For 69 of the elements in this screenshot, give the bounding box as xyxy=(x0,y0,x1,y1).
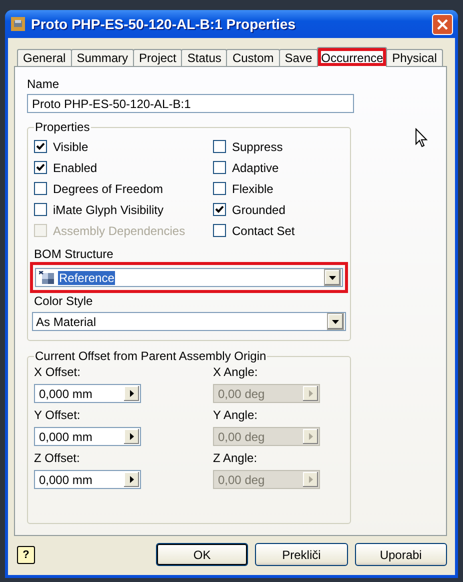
checkbox-label: Contact Set xyxy=(232,224,295,238)
caret-icon xyxy=(130,433,134,440)
dropdown-button[interactable] xyxy=(327,313,344,330)
field-label: Y Angle: xyxy=(213,408,258,422)
dialog-button[interactable]: Uporabi xyxy=(354,543,448,566)
step-button[interactable] xyxy=(124,429,139,444)
window-title: Proto PHP-ES-50-120-AL-B:1 Properties xyxy=(31,16,297,32)
component-icon xyxy=(39,270,55,284)
checkbox[interactable] xyxy=(34,182,47,195)
checkbox-label: Degrees of Freedom xyxy=(53,182,164,196)
dropdown-field[interactable]: As Material xyxy=(32,312,346,331)
checkbox[interactable] xyxy=(213,203,226,216)
tab[interactable]: Occurrence xyxy=(317,47,388,67)
cursor-icon xyxy=(415,128,428,148)
caret-icon xyxy=(130,390,134,397)
checkbox[interactable] xyxy=(34,140,47,153)
caret-icon xyxy=(308,433,312,440)
dropdown-value: As Material xyxy=(36,314,96,328)
step-button[interactable] xyxy=(124,386,139,401)
input-field[interactable]: 0,000 mm xyxy=(34,470,141,489)
caret-icon xyxy=(130,476,134,483)
part-icon xyxy=(10,16,26,32)
checkbox-label: Flexible xyxy=(232,182,274,196)
input-field[interactable]: 0,000 mm xyxy=(34,427,141,446)
checkbox[interactable] xyxy=(213,224,226,237)
dropdown-field[interactable]: Reference xyxy=(35,268,343,287)
dropdown-value: Reference xyxy=(58,270,116,284)
checkbox[interactable] xyxy=(213,161,226,174)
caret-icon xyxy=(308,476,312,483)
field-label: Z Angle: xyxy=(213,451,258,465)
tab[interactable]: Physical xyxy=(386,49,443,66)
tab[interactable]: Project xyxy=(133,49,182,66)
group-title: Current Offset from Parent Assembly Origin xyxy=(34,349,268,363)
tab[interactable]: Save xyxy=(278,49,318,66)
checkbox[interactable] xyxy=(34,161,47,174)
checkbox[interactable] xyxy=(34,203,47,216)
dropdown-button[interactable] xyxy=(324,269,341,286)
checkbox[interactable] xyxy=(213,182,226,195)
field-label: X Offset: xyxy=(34,365,82,379)
tab[interactable]: Custom xyxy=(226,49,280,66)
tab[interactable]: Status xyxy=(181,49,228,66)
checkbox-label: Adaptive xyxy=(232,160,279,174)
close-icon xyxy=(437,18,448,30)
checkbox-label: Assembly Dependencies xyxy=(53,224,186,238)
tab[interactable]: General xyxy=(17,49,72,66)
field-label: Color Style xyxy=(34,294,94,308)
tab[interactable]: Summary xyxy=(70,49,134,66)
dialog-button[interactable]: Prekliči xyxy=(255,543,348,566)
close-button[interactable] xyxy=(432,14,453,34)
field-label: Name xyxy=(27,77,60,91)
help-button[interactable]: ? xyxy=(17,546,35,564)
dialog-button[interactable]: OK xyxy=(156,543,248,566)
field-label: Y Offset: xyxy=(34,408,82,422)
field-label: BOM Structure xyxy=(34,247,114,261)
step-button[interactable] xyxy=(124,472,139,487)
checkbox-label: Enabled xyxy=(53,160,98,174)
field-label: Z Offset: xyxy=(34,451,81,465)
caret-icon xyxy=(332,320,339,324)
group-title: Properties xyxy=(34,120,91,134)
field-label: X Angle: xyxy=(213,365,259,379)
caret-icon xyxy=(329,276,336,280)
checkbox-label: Suppress xyxy=(232,140,283,154)
checkbox-label: Grounded xyxy=(232,202,286,216)
input-field[interactable]: 0,000 mm xyxy=(34,384,141,403)
input-field[interactable]: Proto PHP-ES-50-120-AL-B:1 xyxy=(27,94,354,113)
caret-icon xyxy=(308,390,312,397)
checkbox-label: iMate Glyph Visibility xyxy=(53,202,164,216)
checkbox[interactable] xyxy=(213,140,226,153)
checkbox-label: Visible xyxy=(53,140,88,154)
